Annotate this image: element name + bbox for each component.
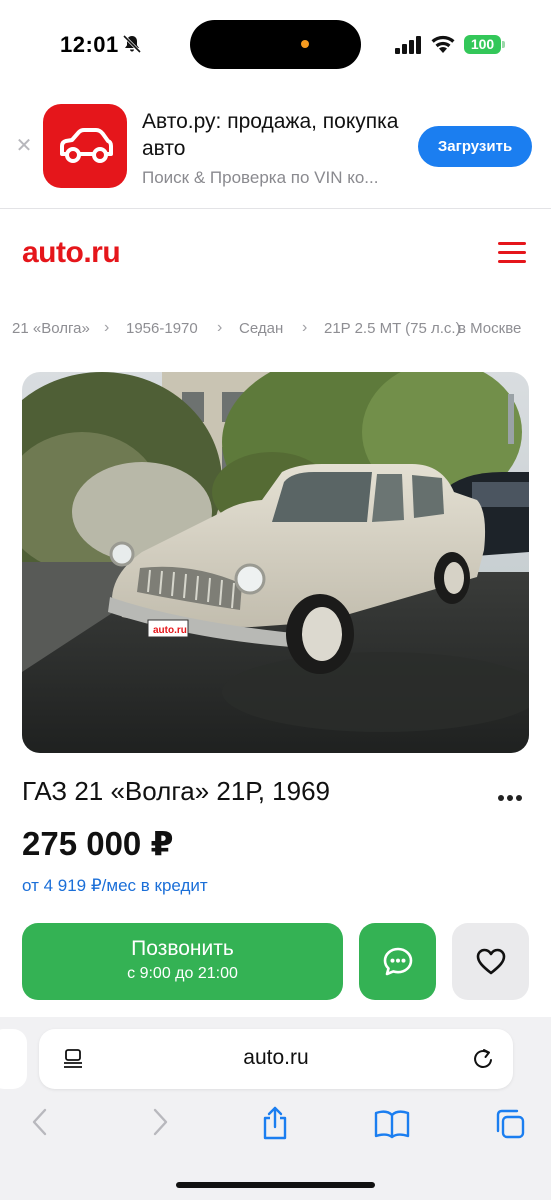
listing-price: 275 000 ₽ [22,825,174,862]
chevron-right-icon: › [104,320,110,336]
close-icon[interactable]: ✕ [14,136,34,156]
app-icon[interactable] [43,104,127,188]
cellular-signal-icon [395,36,421,54]
heart-icon [476,948,506,975]
tabs-icon[interactable] [493,1107,527,1141]
call-hours: с 9:00 до 21:00 [127,965,238,982]
listing-title: ГАЗ 21 «Волга» 21Р, 1969 [22,776,331,806]
car-icon [60,128,113,163]
call-button[interactable]: Позвонить с 9:00 до 21:00 [22,923,343,1000]
site-logo[interactable]: auto.ru [22,236,121,270]
privacy-indicator [301,40,309,48]
wifi-icon [431,35,455,53]
call-button-label: Позвонить [131,937,234,960]
breadcrumb-modification[interactable]: 21P 2.5 MT (75 л.с.) [324,320,461,337]
status-time: 12:01 [60,32,119,57]
chat-button[interactable] [359,923,436,1000]
breadcrumb-model[interactable]: 21 «Волга» [12,320,90,337]
reload-icon[interactable] [471,1047,495,1071]
url-text: auto.ru [243,1046,309,1069]
chat-icon [383,947,413,976]
dynamic-island [190,20,361,69]
banner-subtitle: Поиск & Проверка по VIN ко... [142,168,379,187]
breadcrumb-region[interactable]: в Москве [458,320,521,337]
more-options-icon[interactable] [498,788,525,806]
share-icon[interactable] [260,1105,290,1141]
bookmarks-icon[interactable] [374,1109,410,1139]
install-button[interactable]: Загрузить [418,126,532,167]
silent-mode-icon [122,34,142,54]
plate-logo: auto.ru [153,625,187,636]
previous-tab-peek[interactable] [0,1029,27,1089]
home-indicator [176,1182,375,1188]
app-install-banner: ✕ Авто.ру: продажа, покупка авто Поиск &… [0,92,551,209]
forward-icon[interactable] [150,1107,170,1137]
back-icon[interactable] [30,1107,50,1137]
battery-tip [502,41,505,48]
chevron-right-icon: › [302,320,308,336]
favorite-button[interactable] [452,923,529,1000]
breadcrumb-generation[interactable]: 1956-1970 [126,320,198,337]
browser-toolbar: auto.ru [0,1017,551,1200]
breadcrumb: 21 «Волга» › 1956-1970 › Седан › 21P 2.5… [0,320,551,340]
battery-level: 100 [464,35,501,54]
credit-link[interactable]: от 4 919 ₽/мес в кредит [22,876,208,896]
chevron-right-icon: › [217,320,223,336]
breadcrumb-body-type[interactable]: Седан [239,320,283,337]
hamburger-menu-icon[interactable] [498,242,526,269]
address-bar[interactable]: auto.ru [39,1029,513,1089]
banner-title: Авто.ру: продажа, покупка авто [142,110,399,160]
status-bar: 12:01 100 [0,0,551,92]
car-photo[interactable]: auto.ru [22,372,529,753]
